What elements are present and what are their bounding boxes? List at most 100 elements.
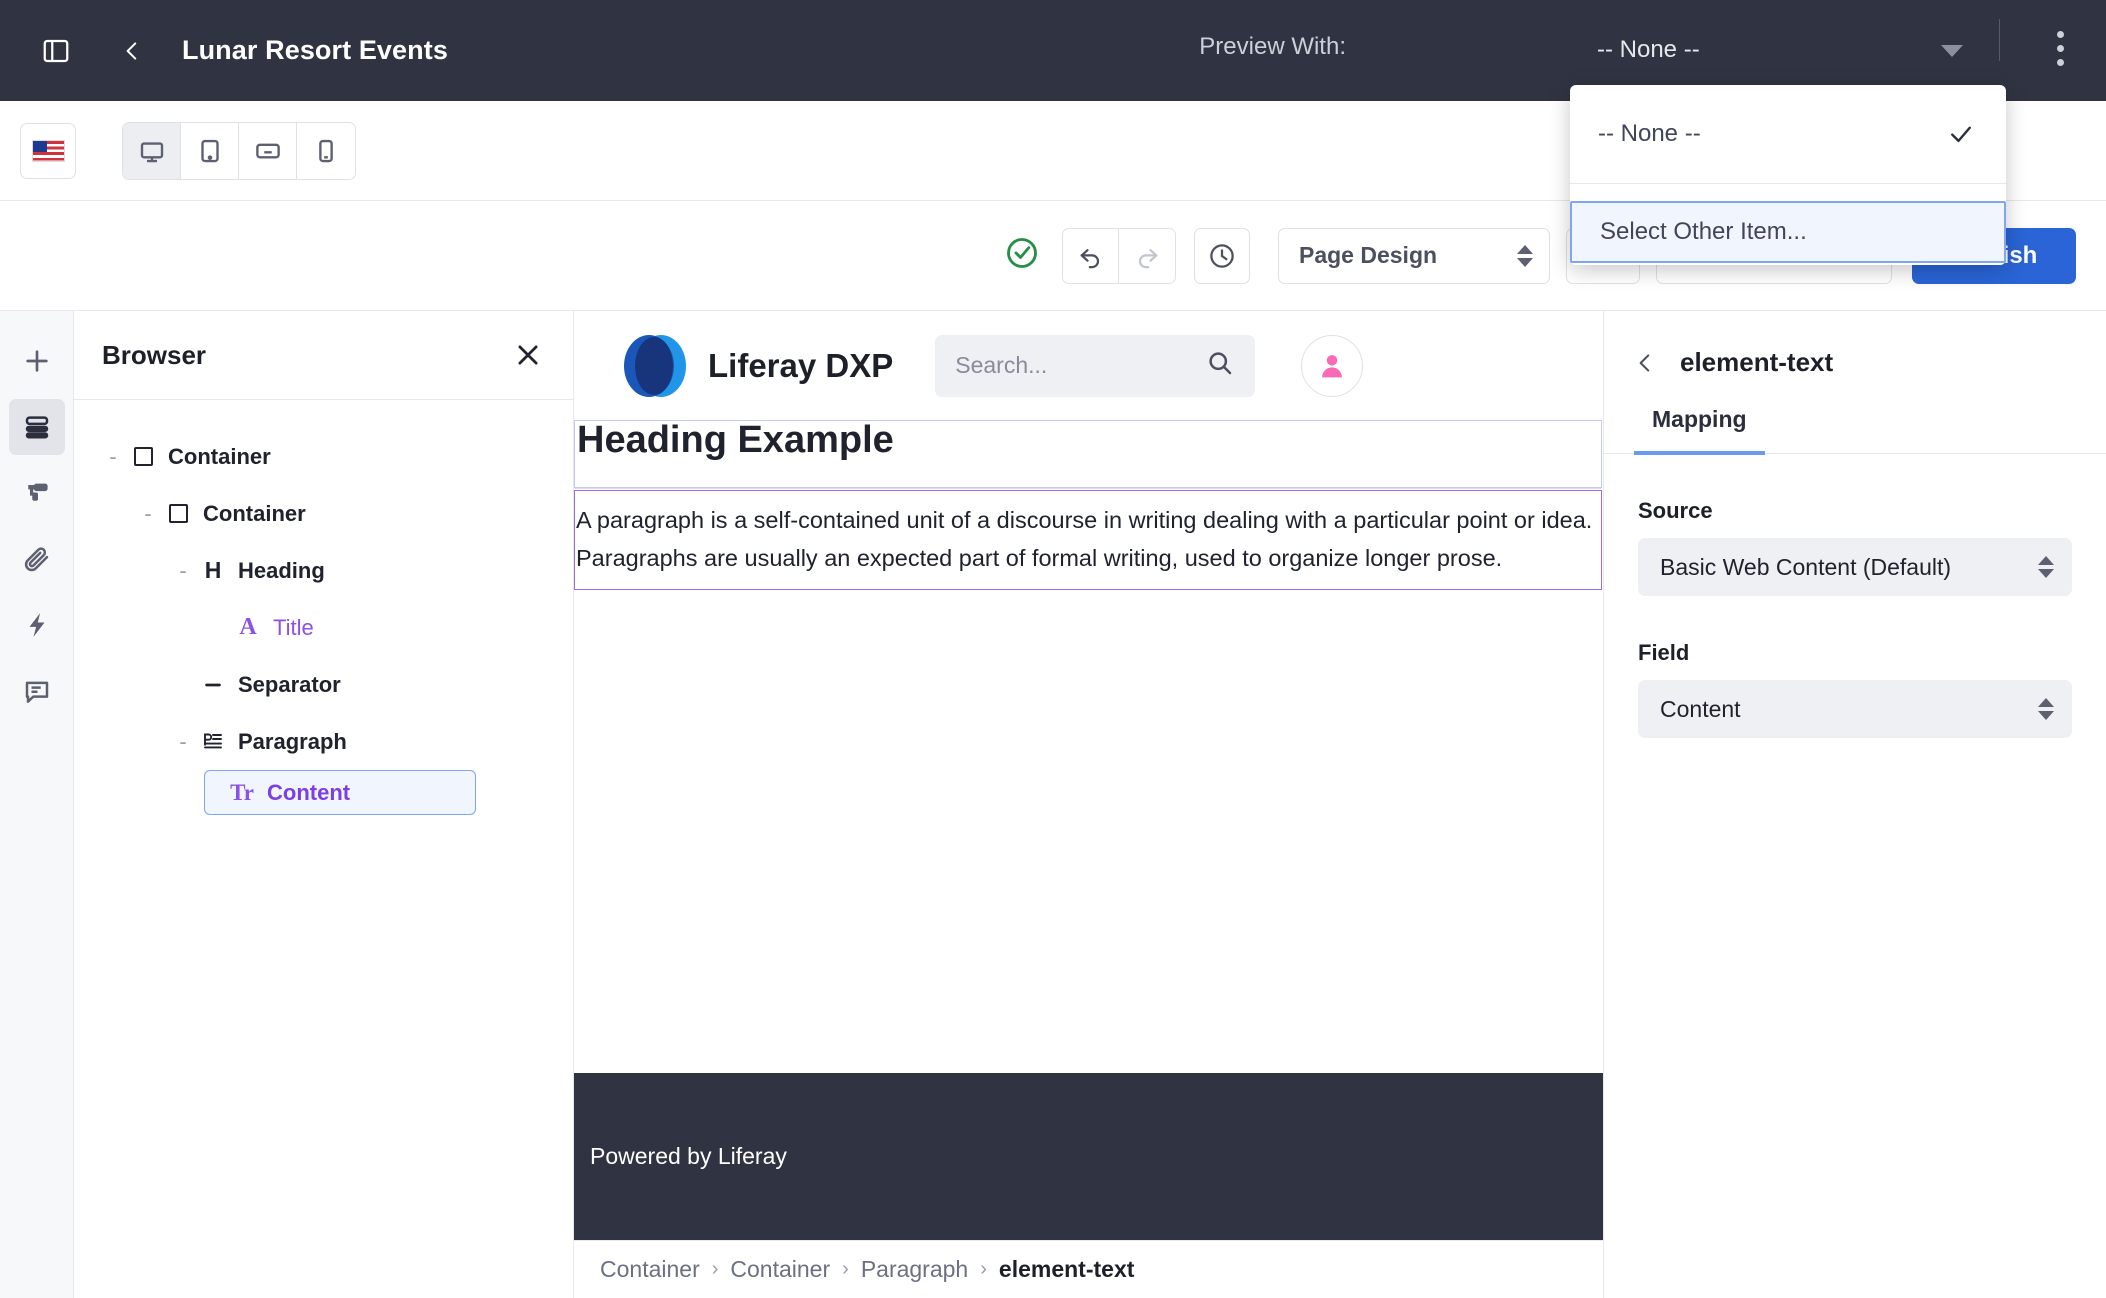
heading-text: Heading Example <box>577 419 894 461</box>
chevron-right-icon: › <box>711 1258 719 1280</box>
language-button[interactable] <box>20 122 76 179</box>
tree-item-content[interactable]: Tr Content <box>204 770 476 815</box>
tree-toggle[interactable]: - <box>170 729 196 755</box>
component-tree: - Container - Container - H Heading A Ti… <box>74 400 573 815</box>
heading-fragment-outline-lower <box>574 466 1602 488</box>
text-tt-icon: Tr <box>230 779 254 805</box>
browser-panel: Browser - Container - Container - H Head… <box>74 311 574 1298</box>
mapping-fields: Source Basic Web Content (Default) Field… <box>1604 498 2106 738</box>
tree-item-label: Paragraph <box>238 728 347 754</box>
chevron-right-icon: › <box>980 1258 987 1280</box>
search-input[interactable]: Search... <box>935 334 1256 397</box>
heading-fragment-outline[interactable]: Heading Example <box>574 419 1602 466</box>
text-a-icon: A <box>239 614 257 640</box>
left-icon-rail <box>0 311 74 1298</box>
tab-mapping[interactable]: Mapping <box>1634 406 1765 455</box>
properties-tabs: Mapping <box>1604 406 2106 455</box>
tree-item-heading[interactable]: - H Heading <box>74 542 573 599</box>
tree-item-container-2[interactable]: - Container <box>74 485 573 542</box>
page-title: Lunar Resort Events <box>182 35 448 65</box>
tree-item-label: Title <box>273 614 314 640</box>
tree-item-paragraph[interactable]: - Paragraph <box>74 713 573 770</box>
device-tablet-button[interactable] <box>181 122 239 179</box>
properties-header: element-text <box>1604 311 2106 378</box>
vertical-dots-icon[interactable] <box>2042 22 2078 74</box>
paragraph-text: A paragraph is a self-contained unit of … <box>576 507 1593 571</box>
sidebar-toggle-icon[interactable] <box>30 25 82 77</box>
tree-toggle[interactable]: - <box>100 444 126 470</box>
undo-redo-group <box>1062 227 1176 284</box>
device-desktop-button[interactable] <box>123 122 181 179</box>
square-icon <box>161 504 195 523</box>
updown-icon <box>2038 556 2054 578</box>
site-header: Liferay DXP Search... <box>574 311 1603 420</box>
preview-with-select[interactable]: -- None -- <box>1597 21 1977 79</box>
check-icon <box>1946 119 1976 156</box>
preview-with-value: -- None -- <box>1597 36 1700 63</box>
preview-menu-item-label: Select Other Item... <box>1600 218 1807 245</box>
breadcrumb: Container › Container › Paragraph › elem… <box>574 1240 1603 1298</box>
site-footer: Powered by Liferay <box>574 1073 1603 1240</box>
rail-item-styles[interactable] <box>9 465 65 521</box>
chevron-down-icon <box>1941 45 1963 57</box>
rail-item-browser[interactable] <box>8 399 65 455</box>
tree-item-label: Separator <box>238 671 341 697</box>
heading-icon: H <box>204 557 222 583</box>
device-landscape-tablet-button[interactable] <box>239 122 297 179</box>
source-select[interactable]: Basic Web Content (Default) <box>1638 538 2072 596</box>
preview-menu-item-label: -- None -- <box>1598 120 1701 147</box>
tree-item-title[interactable]: A Title <box>74 599 573 656</box>
check-circle-icon <box>1004 235 1040 276</box>
toolbar-divider <box>1999 19 2000 61</box>
square-icon <box>126 447 160 466</box>
device-preview-group <box>122 121 356 180</box>
tree-toggle[interactable]: - <box>135 501 161 527</box>
paragraph-fragment[interactable]: A paragraph is a self-contained unit of … <box>574 490 1602 590</box>
rail-item-experience[interactable] <box>9 597 65 653</box>
close-icon[interactable] <box>513 340 543 370</box>
rail-item-add[interactable] <box>9 333 65 389</box>
page-design-value: Page Design <box>1299 242 1438 268</box>
redo-icon[interactable] <box>1119 228 1175 283</box>
paragraph-icon <box>196 730 230 754</box>
footer-text: Powered by Liferay <box>590 1143 787 1169</box>
chevron-right-icon: › <box>842 1258 849 1280</box>
tree-item-label: Heading <box>238 557 325 583</box>
back-icon[interactable] <box>106 25 158 77</box>
preview-with-dropdown-menu: -- None -- Select Other Item... <box>1570 85 2006 265</box>
tree-item-label: Container <box>203 500 306 526</box>
page-canvas: Liferay DXP Search... Heading Example A … <box>574 311 1604 1298</box>
clock-icon[interactable] <box>1194 227 1250 284</box>
breadcrumb-item-3[interactable]: Paragraph <box>861 1256 968 1283</box>
browser-header: Browser <box>74 311 573 400</box>
preview-menu-item-select-other[interactable]: Select Other Item... <box>1570 201 2006 263</box>
search-icon <box>1205 348 1235 383</box>
properties-title: element-text <box>1680 347 1834 377</box>
breadcrumb-item-1[interactable]: Container <box>600 1256 700 1283</box>
separator-icon <box>196 674 230 696</box>
tree-item-container-1[interactable]: - Container <box>74 428 573 485</box>
source-label: Source <box>1638 498 1713 523</box>
updown-icon <box>2038 698 2054 720</box>
device-mobile-button[interactable] <box>297 122 355 179</box>
page-design-select[interactable]: Page Design <box>1278 227 1550 284</box>
chevron-left-icon[interactable] <box>1632 350 1658 376</box>
tree-toggle[interactable]: - <box>170 558 196 584</box>
site-brand: Liferay DXP <box>708 346 894 384</box>
source-value: Basic Web Content (Default) <box>1660 553 1952 580</box>
breadcrumb-item-2[interactable]: Container <box>730 1256 830 1283</box>
preview-menu-item-none[interactable]: -- None -- <box>1570 103 2006 165</box>
breadcrumb-item-current[interactable]: element-text <box>999 1256 1134 1283</box>
field-select[interactable]: Content <box>1638 680 2072 738</box>
rail-item-comments[interactable] <box>9 663 65 719</box>
separator-fragment[interactable] <box>575 488 1601 489</box>
updown-icon <box>1517 244 1533 267</box>
field-value: Content <box>1660 695 1741 722</box>
rail-item-fragments[interactable] <box>9 531 65 587</box>
preview-with-label: Preview With: <box>1199 33 1346 60</box>
liferay-logo-icon <box>622 333 688 399</box>
user-avatar-icon[interactable] <box>1301 334 1364 397</box>
tree-item-separator[interactable]: Separator <box>74 656 573 713</box>
us-flag-icon <box>31 139 65 162</box>
undo-icon[interactable] <box>1063 228 1119 283</box>
